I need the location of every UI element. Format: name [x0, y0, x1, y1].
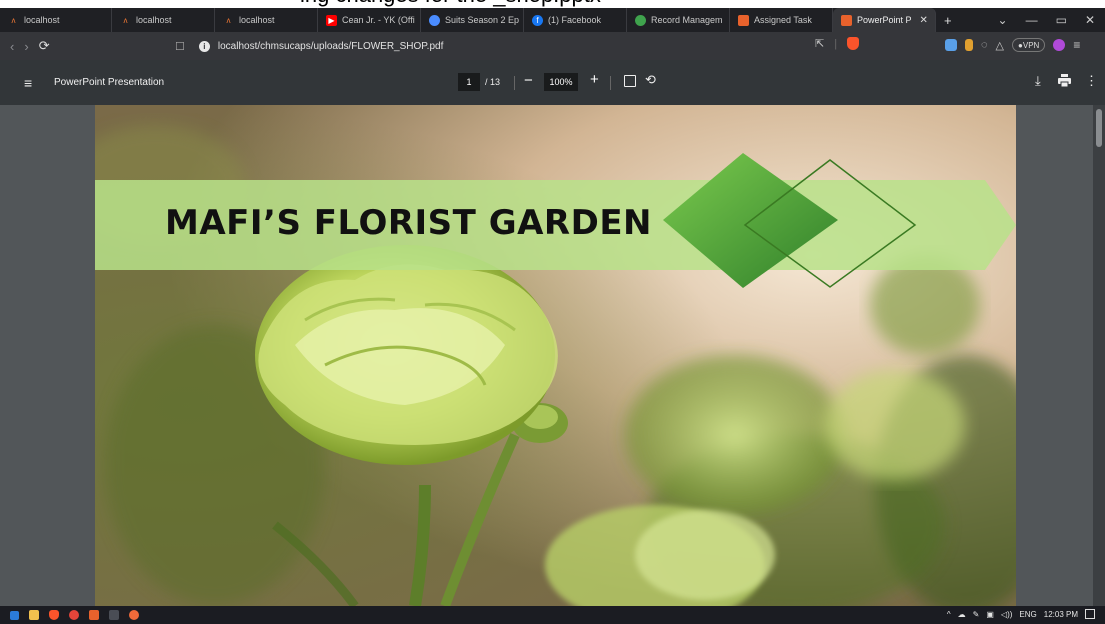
notification-icon[interactable] — [1085, 609, 1095, 619]
url-text[interactable]: localhost/chmsucaps/uploads/FLOWER_SHOP.… — [218, 41, 443, 52]
site-info-icon[interactable]: i — [198, 40, 210, 52]
brave-icon[interactable] — [49, 610, 59, 620]
sync-icon[interactable]: ◌ — [981, 39, 988, 51]
windows-taskbar: ^ ☁ ✎ ▣ ◁)) ENG 12:03 PM — [0, 606, 1105, 624]
divider — [514, 76, 515, 90]
omnibox-actions: ⇱ | — [815, 37, 860, 50]
pen-icon[interactable]: ✎ — [973, 610, 980, 619]
cropped-window-title: ing changes for the _shop.pptx — [0, 0, 1105, 8]
ppt-icon — [841, 14, 852, 26]
divider — [610, 76, 611, 90]
windows-start-icon[interactable] — [10, 610, 19, 620]
slide-page: MAFI’S FLORIST GARDEN — [95, 105, 1016, 606]
ppt-icon[interactable] — [89, 610, 99, 620]
hamburger-menu-icon[interactable]: ≡ — [24, 75, 32, 91]
more-options-icon[interactable]: ⋮ — [1085, 73, 1098, 89]
minimize-icon[interactable]: — — [1026, 13, 1038, 27]
language-indicator[interactable]: ENG — [1019, 610, 1036, 619]
tab-search-icon[interactable]: ⌄ — [998, 13, 1008, 27]
forward-icon[interactable]: › — [24, 39, 28, 54]
close-tab-icon[interactable]: ✕ — [920, 15, 928, 26]
tab-localhost-1[interactable]: ʌ localhost — [0, 8, 112, 32]
app-icon[interactable] — [129, 610, 139, 620]
pdf-viewer: MAFI’S FLORIST GARDEN — [0, 105, 1105, 606]
bookmark-icon[interactable]: ☐ — [175, 40, 185, 53]
ppt-icon — [738, 14, 749, 26]
zoom-out-button[interactable]: − — [524, 72, 533, 89]
app-icon[interactable] — [69, 610, 79, 620]
xampp-icon: ʌ — [11, 15, 16, 25]
close-window-icon[interactable]: ✕ — [1085, 13, 1095, 27]
window-controls: ⌄ — ▭ ✕ — [998, 13, 1105, 27]
globe-icon — [429, 14, 440, 26]
zoom-input[interactable]: 100% — [544, 73, 578, 91]
tab-localhost-2[interactable]: ʌ localhost — [112, 8, 215, 32]
tab-suits[interactable]: Suits Season 2 Ep — [421, 8, 524, 32]
youtube-icon: ▶ — [326, 14, 337, 26]
address-bar: ‹ › ⟳ ☐ i localhost/chmsucaps/uploads/FL… — [0, 32, 1105, 60]
facebook-icon: f — [532, 14, 543, 26]
terminal-icon[interactable] — [109, 610, 119, 620]
pdf-toolbar: ≡ PowerPoint Presentation 1 / 13 − 100% … — [0, 60, 1105, 105]
share-icon[interactable]: ⇱ — [815, 37, 824, 50]
print-icon[interactable] — [1058, 74, 1071, 87]
clock[interactable]: 12:03 PM — [1044, 610, 1078, 619]
new-tab-button[interactable]: + — [944, 13, 952, 28]
flower-photo — [95, 105, 1016, 606]
zoom-in-button[interactable]: + — [590, 71, 599, 88]
tab-youtube[interactable]: ▶ Cean Jr. - YK (Offi — [318, 8, 421, 32]
extension-icon[interactable] — [945, 39, 957, 51]
vpn-button[interactable]: ● VPN — [1012, 38, 1046, 52]
scrollbar-track[interactable] — [1093, 105, 1105, 606]
tab-bar: ʌ localhost ʌ localhost ʌ localhost ▶ Cean J… — [0, 8, 1105, 32]
rewards-icon[interactable]: △ — [996, 39, 1004, 52]
omnibox[interactable]: ☐ i localhost/chmsucaps/uploads/FLOWER_S… — [175, 36, 875, 56]
app-icon — [635, 14, 646, 26]
menu-icon[interactable]: ≡ — [1073, 38, 1080, 52]
tab-record-management[interactable]: Record Managem — [627, 8, 730, 32]
reload-icon[interactable]: ⟳ — [39, 38, 50, 54]
volume-icon[interactable]: ◁)) — [1001, 610, 1012, 619]
download-icon[interactable]: ⤓ — [1035, 73, 1041, 89]
tab-powerpoint-active[interactable]: PowerPoint P ✕ — [833, 8, 936, 32]
download-extension-icon[interactable] — [965, 39, 973, 51]
cloud-icon[interactable]: ☁ — [958, 610, 966, 619]
tab-facebook[interactable]: f (1) Facebook — [524, 8, 627, 32]
brave-shield-icon[interactable] — [847, 37, 860, 50]
slide-title: MAFI’S FLORIST GARDEN — [165, 203, 652, 243]
page-total: / 13 — [485, 77, 501, 87]
tab-localhost-3[interactable]: ʌ localhost — [215, 8, 318, 32]
xampp-icon: ʌ — [123, 15, 128, 25]
rotate-icon[interactable]: ⟲ — [645, 72, 656, 88]
xampp-icon: ʌ — [226, 15, 231, 25]
divider: | — [834, 37, 838, 50]
file-explorer-icon[interactable] — [29, 610, 39, 620]
scrollbar-thumb[interactable] — [1096, 109, 1102, 147]
system-tray: ^ ☁ ✎ ▣ ◁)) ENG 12:03 PM — [947, 609, 1095, 619]
document-title: PowerPoint Presentation — [54, 77, 165, 88]
page-number-input[interactable]: 1 — [458, 73, 480, 91]
fit-page-icon[interactable] — [624, 75, 636, 87]
chevron-up-icon[interactable]: ^ — [947, 610, 951, 619]
tab-assigned-task[interactable]: Assigned Task — [730, 8, 833, 32]
network-icon[interactable]: ▣ — [986, 610, 994, 619]
back-icon[interactable]: ‹ — [10, 39, 14, 54]
profile-avatar[interactable] — [1053, 39, 1066, 51]
extensions-row: ◌ △ ● VPN ≡ — [945, 38, 1080, 52]
maximize-icon[interactable]: ▭ — [1056, 13, 1067, 27]
